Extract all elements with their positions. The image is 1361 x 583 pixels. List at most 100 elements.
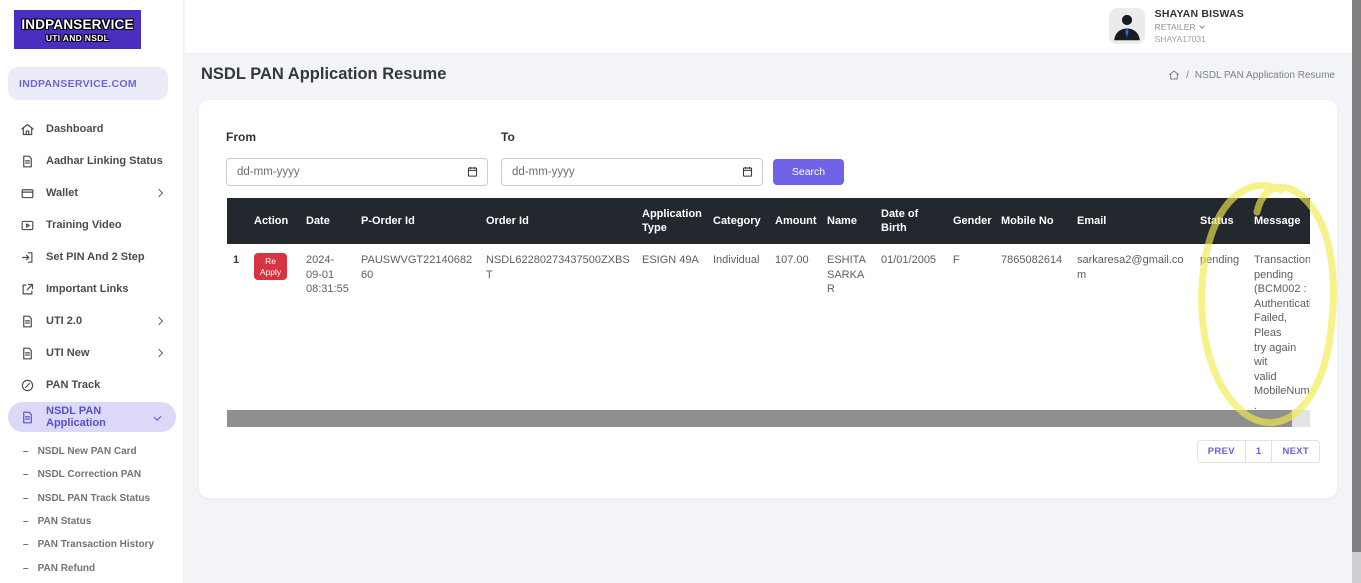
- cell-gender: F: [947, 244, 995, 410]
- dash-bullet: –: [23, 446, 29, 457]
- cell-name: ESHITA SARKAR: [821, 244, 875, 410]
- sidebar-item-label: NSDL PAN Application: [46, 405, 144, 429]
- horizontal-scrollbar[interactable]: [227, 410, 1310, 427]
- cell-status: pending: [1194, 244, 1248, 410]
- from-date-wrap: [226, 158, 488, 186]
- sidebar-item-nsdl-pan-application[interactable]: NSDL PAN Application: [8, 402, 176, 432]
- chevron-right-icon: [155, 317, 163, 325]
- brand-domain-label: INDPANSERVICE.COM: [19, 78, 137, 90]
- sidebar-item-wallet[interactable]: Wallet: [0, 177, 184, 209]
- col-category: Category: [707, 198, 769, 244]
- cell-order-id: NSDL62280273437500ZXBST: [480, 244, 636, 410]
- to-date-input[interactable]: [501, 158, 763, 186]
- submenu-item-label: PAN Refund: [38, 563, 96, 574]
- content-card: From To Search Action: [199, 100, 1337, 498]
- to-date-wrap: [501, 158, 763, 186]
- submenu-item-label: NSDL Correction PAN: [38, 469, 142, 480]
- sidebar-item-uti-new[interactable]: UTI New: [0, 337, 184, 369]
- search-button[interactable]: Search: [773, 159, 844, 185]
- to-label: To: [501, 130, 515, 144]
- submenu-item-nsdl-new-pan-card[interactable]: – NSDL New PAN Card: [0, 440, 184, 463]
- app-root: INDPANSERVICE UTI AND NSDL INDPANSERVICE…: [0, 0, 1361, 583]
- from-date-input[interactable]: [226, 158, 488, 186]
- dash-bullet: –: [23, 563, 29, 574]
- submenu-item-label: NSDL New PAN Card: [38, 446, 137, 457]
- cell-p-order-id: PAUSWVGT2214068260: [355, 244, 480, 410]
- dash-bullet: –: [23, 516, 29, 527]
- submenu-item-pan-transaction-history[interactable]: – PAN Transaction History: [0, 533, 184, 556]
- col-date-of-birth: Date of Birth: [875, 198, 947, 244]
- cell-row-number: 1: [227, 244, 248, 410]
- submenu-item-nsdl-pan-track-status[interactable]: – NSDL PAN Track Status: [0, 487, 184, 510]
- col-message: Message: [1248, 198, 1310, 244]
- col-email: Email: [1071, 198, 1194, 244]
- re-apply-button[interactable]: Re Apply: [254, 253, 287, 280]
- sidebar-item-label: UTI New: [46, 347, 89, 359]
- col-amount: Amount: [769, 198, 821, 244]
- brand-logo-title: INDPANSERVICE: [21, 17, 133, 32]
- document-icon: [20, 410, 35, 425]
- dash-bullet: –: [23, 469, 29, 480]
- chevron-down-icon: [1199, 23, 1205, 29]
- sidebar-item-dashboard[interactable]: Dashboard: [0, 113, 184, 145]
- video-icon: [20, 218, 35, 233]
- brand-logo[interactable]: INDPANSERVICE UTI AND NSDL: [14, 10, 141, 49]
- pagination: PREV 1 NEXT: [1197, 440, 1320, 463]
- sidebar-item-pan-track[interactable]: PAN Track: [0, 369, 184, 401]
- cell-mobile: 7865082614: [995, 244, 1071, 410]
- col-name: Name: [821, 198, 875, 244]
- cell-amount: 107.00: [769, 244, 821, 410]
- dash-bullet: –: [23, 539, 29, 550]
- home-icon[interactable]: [1168, 69, 1180, 81]
- breadcrumb: / NSDL PAN Application Resume: [1168, 69, 1335, 81]
- document-icon: [20, 154, 35, 169]
- sidebar-item-label: Dashboard: [46, 123, 103, 135]
- col-order-id: Order Id: [480, 198, 636, 244]
- sidebar-item-training-video[interactable]: Training Video: [0, 209, 184, 241]
- submenu-item-pan-refund[interactable]: – PAN Refund: [0, 556, 184, 579]
- prev-page-button[interactable]: PREV: [1197, 440, 1246, 463]
- sidebar-item-set-pin[interactable]: Set PIN And 2 Step: [0, 241, 184, 273]
- brand-domain: INDPANSERVICE.COM: [8, 67, 168, 100]
- sidebar: INDPANSERVICE UTI AND NSDL INDPANSERVICE…: [0, 0, 184, 583]
- col-application-type: Application Type: [636, 198, 707, 244]
- col-p-order-id: P-Order Id: [355, 198, 480, 244]
- user-role-label: RETAILER: [1155, 22, 1196, 32]
- col-index: [227, 198, 248, 244]
- col-date: Date: [300, 198, 355, 244]
- col-gender: Gender: [947, 198, 995, 244]
- chevron-down-icon: [153, 413, 161, 421]
- brand-logo-subtitle: UTI AND NSDL: [46, 33, 109, 43]
- user-texts: SHAYAN BISWAS RETAILER SHAYA17031: [1155, 8, 1244, 44]
- breadcrumb-separator: /: [1186, 70, 1189, 81]
- page-number-button[interactable]: 1: [1245, 440, 1273, 463]
- table-row: 1 Re Apply 2024-09-01 08:31:55 PAUSWVGT2…: [227, 244, 1310, 410]
- next-page-button[interactable]: NEXT: [1271, 440, 1320, 463]
- wallet-icon: [20, 186, 35, 201]
- sidebar-submenu: – NSDL New PAN Card – NSDL Correction PA…: [0, 440, 184, 580]
- col-mobile-no: Mobile No: [995, 198, 1071, 244]
- sidebar-item-uti-2-0[interactable]: UTI 2.0: [0, 305, 184, 337]
- sidebar-item-aadhar-linking-status[interactable]: Aadhar Linking Status: [0, 145, 184, 177]
- from-label: From: [226, 130, 256, 144]
- sidebar-item-label: PAN Track: [46, 379, 100, 391]
- document-icon: [20, 346, 35, 361]
- topbar: SHAYAN BISWAS RETAILER SHAYA17031: [185, 0, 1352, 54]
- sidebar-item-label: Set PIN And 2 Step: [46, 251, 145, 263]
- vertical-scrollbar-thumb[interactable]: [1352, 0, 1361, 552]
- user-menu[interactable]: SHAYAN BISWAS RETAILER SHAYA17031: [1109, 8, 1244, 44]
- chevron-right-icon: [155, 189, 163, 197]
- user-name: SHAYAN BISWAS: [1155, 8, 1244, 20]
- document-icon: [20, 314, 35, 329]
- user-id: SHAYA17031: [1155, 34, 1244, 44]
- home-icon: [20, 122, 35, 137]
- submenu-item-nsdl-correction-pan[interactable]: – NSDL Correction PAN: [0, 463, 184, 486]
- horizontal-scrollbar-thumb[interactable]: [227, 410, 1292, 427]
- sidebar-item-label: Important Links: [46, 283, 129, 295]
- login-icon: [20, 250, 35, 265]
- submenu-item-pan-status[interactable]: – PAN Status: [0, 510, 184, 533]
- cell-category: Individual: [707, 244, 769, 410]
- vertical-scrollbar[interactable]: [1352, 0, 1361, 583]
- sidebar-item-important-links[interactable]: Important Links: [0, 273, 184, 305]
- sidebar-menu: Dashboard Aadhar Linking Status Wallet T…: [0, 113, 184, 433]
